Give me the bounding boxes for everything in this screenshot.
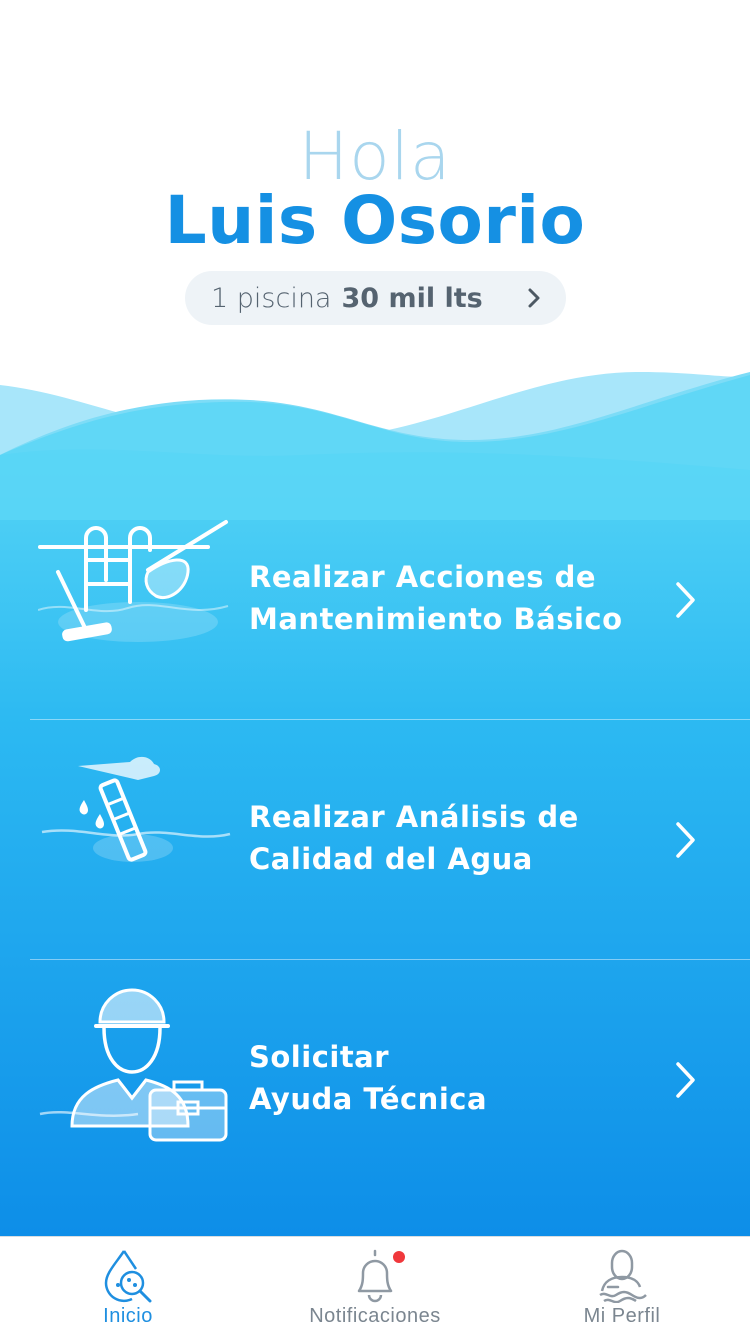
chevron-right-icon [676, 1062, 695, 1098]
menu-item-label: Realizar Análisis de Calidad del Agua [249, 800, 579, 876]
chevron-right-icon [676, 822, 695, 858]
tab-label: Mi Perfil [583, 1305, 661, 1327]
swimmer-profile-icon [599, 1249, 647, 1303]
notification-badge [393, 1251, 405, 1263]
menu-item-water-analysis[interactable]: Realizar Análisis de Calidad del Agua [0, 720, 750, 960]
pool-maintenance-icon [38, 520, 229, 642]
technician-icon [39, 988, 228, 1142]
water-test-icon [41, 756, 231, 862]
tab-label: Inicio [103, 1305, 153, 1327]
tab-bar: Inicio Notificaciones Mi Perfil [0, 1236, 750, 1334]
tab-label: Notificaciones [309, 1305, 441, 1327]
tab-inicio[interactable]: Inicio [3, 1237, 253, 1334]
menu-item-label: Solicitar Ayuda Técnica [249, 1040, 488, 1116]
tab-mi-perfil[interactable]: Mi Perfil [497, 1237, 747, 1334]
menu-item-technical-help[interactable]: Solicitar Ayuda Técnica [0, 960, 750, 1200]
tab-notificaciones[interactable]: Notificaciones [250, 1237, 500, 1334]
menu-item-maintenance[interactable]: Realizar Acciones de Mantenimiento Básic… [0, 480, 750, 720]
water-drop-search-icon [104, 1250, 152, 1303]
menu-item-label: Realizar Acciones de Mantenimiento Básic… [249, 560, 623, 636]
chevron-right-icon [676, 582, 695, 618]
